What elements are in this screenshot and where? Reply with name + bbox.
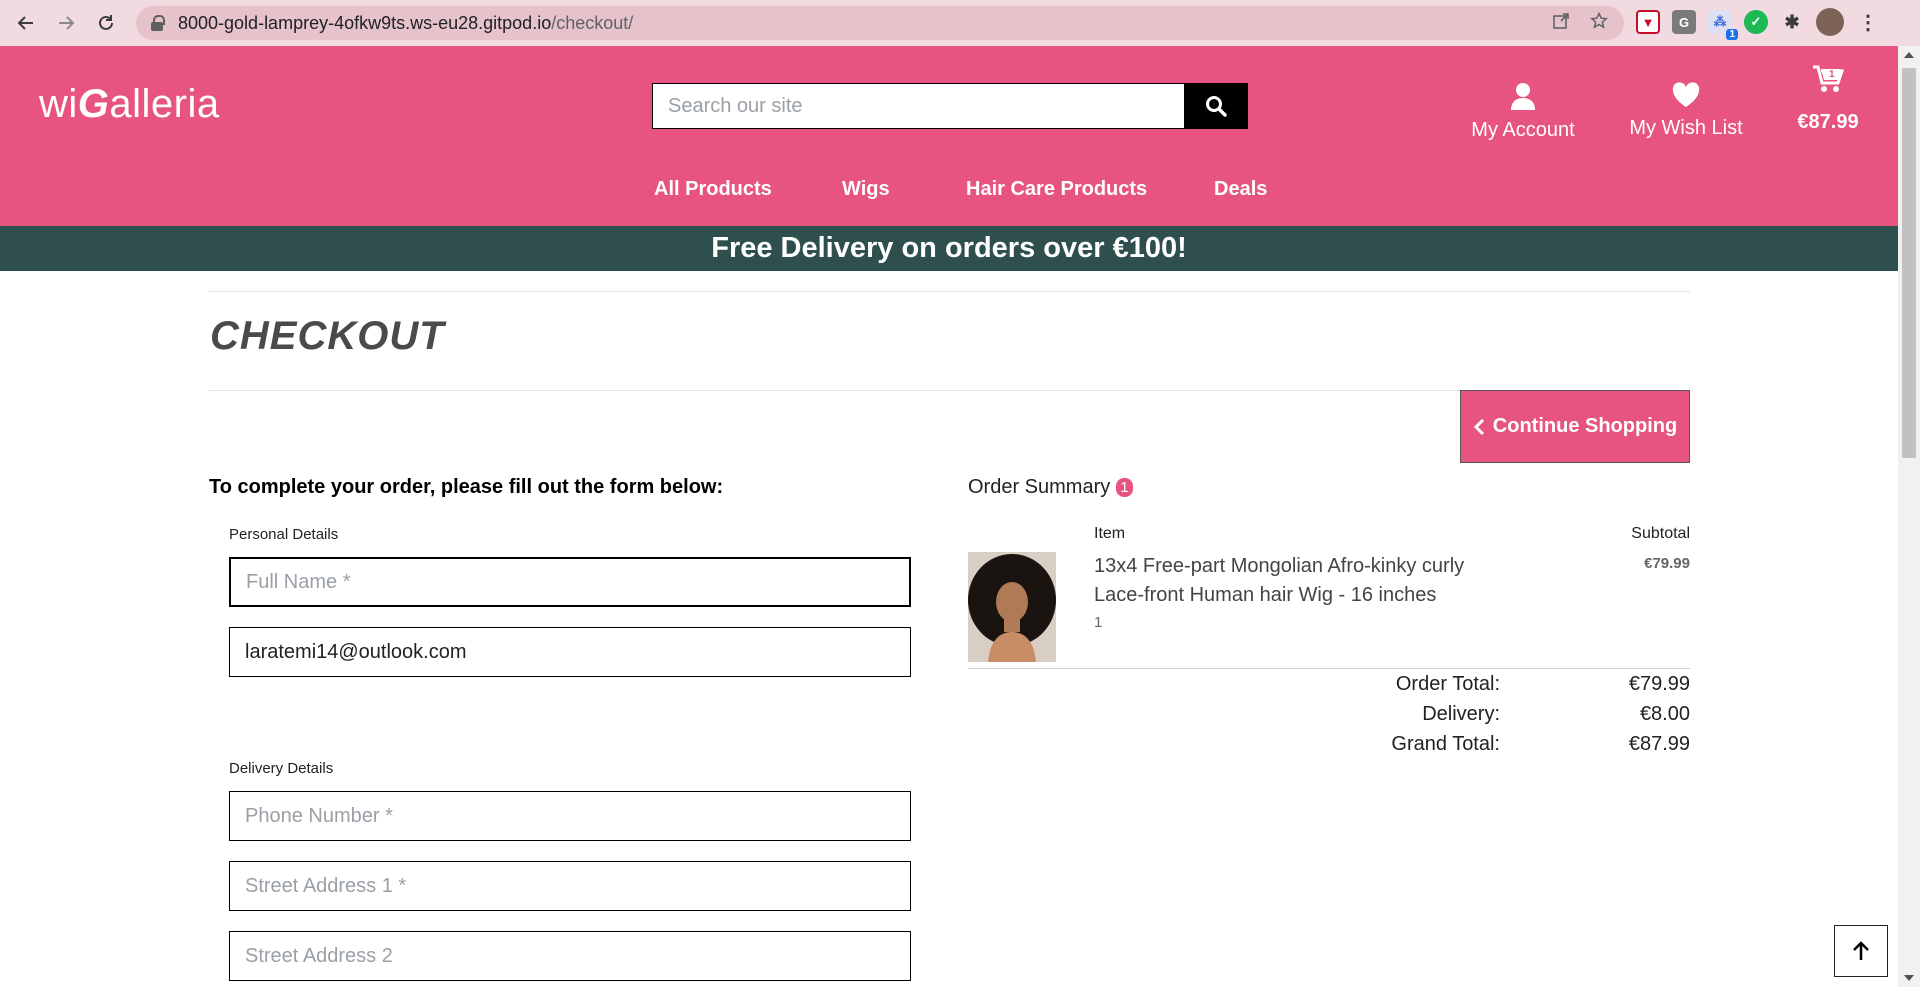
cart-total: €87.99: [1797, 111, 1859, 133]
product-name: 13x4 Free-part Mongolian Afro-kinky curl…: [1094, 555, 1465, 606]
user-icon: [1511, 83, 1535, 110]
search-button[interactable]: [1184, 83, 1248, 129]
continue-shopping-button[interactable]: Continue Shopping: [1460, 390, 1690, 463]
bookmark-star-icon[interactable]: [1590, 11, 1608, 35]
grand-total-label: Grand Total:: [1391, 733, 1500, 755]
order-summary-title: Order Summary 1: [968, 476, 1133, 499]
reload-icon[interactable]: [86, 3, 126, 43]
continue-shopping-label: Continue Shopping: [1492, 415, 1678, 437]
share-icon[interactable]: [1552, 12, 1570, 35]
green-shield-extension-icon[interactable]: ✓: [1744, 10, 1768, 34]
street-address-1-field[interactable]: [229, 861, 911, 911]
forward-arrow-icon[interactable]: [46, 3, 86, 43]
search-form: [652, 83, 1248, 129]
puzzle-extensions-icon[interactable]: ✱: [1780, 10, 1804, 34]
site-header: wiGalleria My Account My Wish List 1 €87…: [0, 46, 1898, 226]
menu-dots-icon[interactable]: ⋮: [1856, 10, 1880, 34]
browser-toolbar: 8000-gold-lamprey-4ofkw9ts.ws-eu28.gitpo…: [0, 0, 1920, 46]
totals-divider: [968, 668, 1690, 669]
delivery-value: €8.00: [1639, 703, 1690, 725]
page-scrollbar[interactable]: [1898, 46, 1920, 987]
main-navigation: All Products Wigs Hair Care Products Dea…: [0, 178, 1898, 212]
subtotal-column-header: Subtotal: [1631, 525, 1690, 542]
site-logo[interactable]: wiGalleria: [39, 82, 220, 127]
order-summary-label: Order Summary: [968, 476, 1111, 498]
svg-text:1: 1: [1829, 69, 1835, 80]
scrollbar-thumb[interactable]: [1902, 68, 1916, 458]
url-text: 8000-gold-lamprey-4ofkw9ts.ws-eu28.gitpo…: [178, 12, 634, 33]
arrow-up-icon: [1853, 941, 1869, 960]
product-quantity: 1: [1094, 614, 1103, 631]
personal-details-label: Personal Details: [229, 526, 339, 543]
grand-total-value: €87.99: [1628, 733, 1690, 755]
my-account-label: My Account: [1471, 119, 1575, 141]
search-icon: [1206, 96, 1227, 117]
nav-deals[interactable]: Deals: [1214, 178, 1267, 201]
full-name-field[interactable]: [229, 557, 911, 607]
back-arrow-icon[interactable]: [6, 3, 46, 43]
scroll-up-icon[interactable]: [1904, 52, 1914, 58]
delivery-details-label: Delivery Details: [229, 760, 334, 777]
page-title: CHECKOUT: [210, 314, 445, 358]
grammarly-extension-icon[interactable]: G: [1672, 10, 1696, 34]
free-delivery-banner: Free Delivery on orders over €100!: [0, 226, 1898, 271]
nav-all-products[interactable]: All Products: [654, 178, 772, 201]
item-count-badge: 1: [1116, 478, 1133, 497]
chevron-left-icon: [1473, 418, 1484, 435]
order-total-value: €79.99: [1628, 673, 1690, 695]
product-subtotal: €79.99: [1644, 555, 1690, 572]
wish-list-label: My Wish List: [1629, 117, 1743, 139]
email-field[interactable]: [229, 627, 911, 677]
extension-icon[interactable]: ⁂ 1: [1708, 10, 1738, 40]
shopping-cart-icon: 1: [1813, 65, 1845, 92]
shield-extension-icon[interactable]: ▼: [1636, 10, 1660, 34]
nav-wigs[interactable]: Wigs: [842, 178, 890, 201]
product-image: [968, 552, 1056, 662]
lock-icon: [150, 15, 165, 31]
heart-icon: [1672, 82, 1700, 107]
order-total-label: Order Total:: [1395, 673, 1500, 695]
search-input[interactable]: [652, 83, 1184, 129]
scroll-down-icon[interactable]: [1904, 975, 1914, 981]
phone-number-field[interactable]: [229, 791, 911, 841]
my-account-link[interactable]: My Account: [1468, 82, 1578, 142]
profile-avatar[interactable]: [1816, 8, 1844, 36]
item-column-header: Item: [1094, 525, 1126, 542]
street-address-2-field[interactable]: [229, 931, 911, 981]
back-to-top-button[interactable]: [1834, 925, 1888, 977]
delivery-label: Delivery:: [1422, 703, 1500, 725]
divider: [209, 291, 1690, 292]
form-intro: To complete your order, please fill out …: [209, 476, 724, 498]
wish-list-link[interactable]: My Wish List: [1624, 82, 1748, 140]
address-bar[interactable]: 8000-gold-lamprey-4ofkw9ts.ws-eu28.gitpo…: [136, 6, 1624, 40]
nav-hair-care-products[interactable]: Hair Care Products: [966, 178, 1147, 201]
cart-link[interactable]: 1 €87.99: [1786, 64, 1870, 134]
